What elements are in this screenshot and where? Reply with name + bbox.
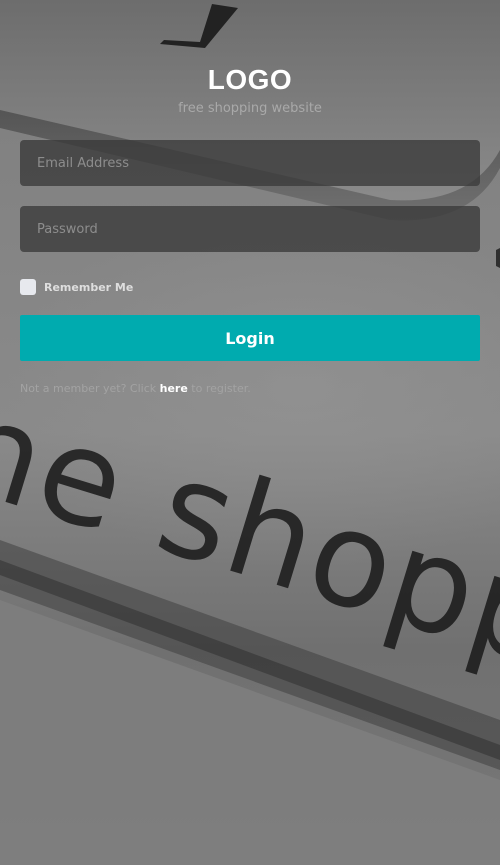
email-field[interactable] xyxy=(20,140,480,186)
register-suffix-text: to register. xyxy=(187,382,251,395)
login-screen: LOGO free shopping website Remember Me L… xyxy=(0,0,500,865)
password-field[interactable] xyxy=(20,206,480,252)
remember-me-option[interactable]: Remember Me xyxy=(20,279,133,295)
login-button[interactable]: Login xyxy=(20,315,480,361)
remember-me-checkbox[interactable] xyxy=(20,279,36,295)
remember-me-label: Remember Me xyxy=(44,280,134,294)
register-prefix-text: Not a member yet? Click xyxy=(20,382,160,395)
register-link[interactable]: here xyxy=(160,382,188,395)
tagline: free shopping website xyxy=(178,101,322,116)
register-prompt: Not a member yet? Click here to register… xyxy=(20,382,251,395)
logo: LOGO xyxy=(207,64,293,95)
